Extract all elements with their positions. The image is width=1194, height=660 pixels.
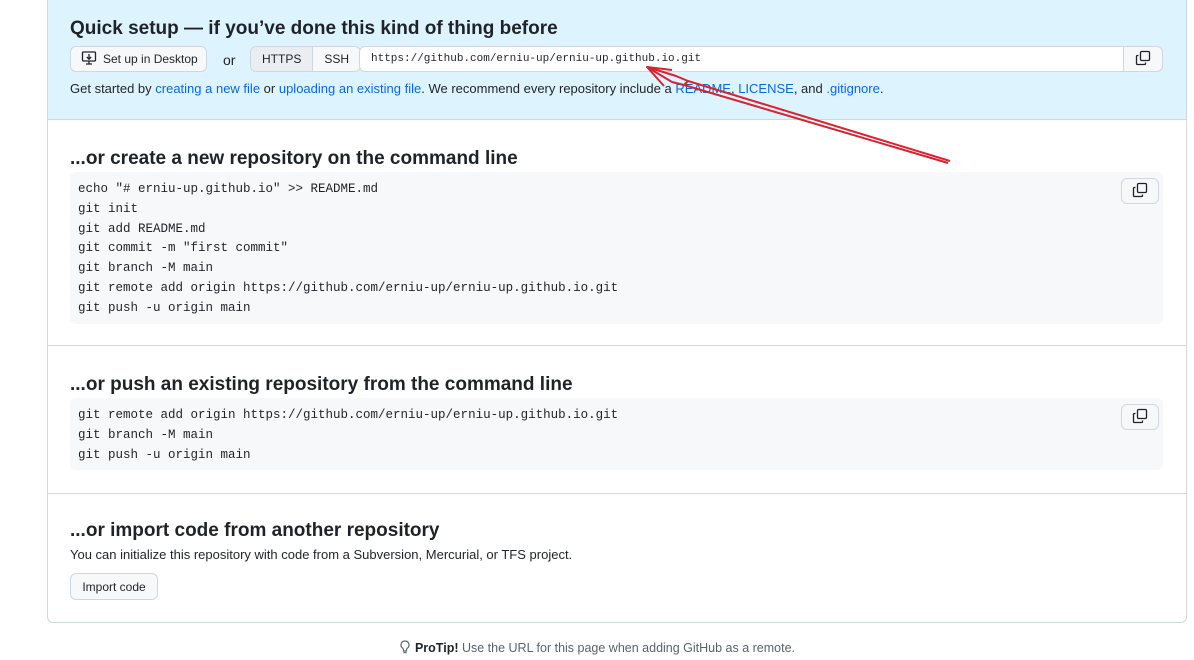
get-started-middle: . We recommend every repository include … [421,81,676,96]
get-started-prefix: Get started by [70,81,156,96]
code-line: echo "# erniu-up.github.io" >> README.md [78,182,379,196]
push-existing-code-block: git remote add origin https://github.com… [70,398,1163,470]
clone-url-input[interactable] [359,46,1124,72]
code-line: git remote add origin https://github.com… [78,408,619,422]
code-line: git push -u origin main [78,300,251,315]
copy-icon [1135,50,1151,69]
import-description: You can initialize this repository with … [70,547,573,562]
readme-link[interactable]: README [675,81,731,96]
protip: ProTip! Use the URL for this page when a… [0,640,1194,657]
code-line: git push -u origin main [78,447,251,462]
copy-url-button[interactable] [1123,46,1163,72]
copy-icon [1132,182,1148,201]
get-started-text: Get started by creating a new file or up… [70,81,883,96]
quick-setup-panel: Quick setup — if you’ve done this kind o… [48,0,1186,120]
new-repo-title: ...or create a new repository on the com… [70,148,518,169]
code-line: git init [78,201,139,216]
import-section: ...or import code from another repositor… [48,494,1186,622]
import-code-button[interactable]: Import code [70,573,158,600]
light-bulb-icon [399,640,411,657]
ssh-tab[interactable]: SSH [313,46,362,72]
get-started-or: or [260,81,279,96]
copy-push-existing-button[interactable] [1121,404,1159,430]
or-label: or [223,52,236,68]
protocol-toggle: HTTPS SSH [250,46,362,72]
desktop-download-icon [81,50,97,69]
setup-desktop-button[interactable]: Set up in Desktop [70,46,207,72]
license-link[interactable]: LICENSE [738,81,794,96]
copy-new-repo-button[interactable] [1121,178,1159,204]
get-started-suffix: . [879,81,884,96]
push-existing-title: ...or push an existing repository from t… [70,374,573,395]
get-started-and: , and [793,81,827,96]
create-new-file-link[interactable]: creating a new file [155,81,260,96]
protip-label: ProTip! [414,640,459,655]
quick-setup-title: Quick setup — if you’ve done this kind o… [70,18,558,39]
new-repo-section: ...or create a new repository on the com… [48,120,1186,346]
code-line: git remote add origin https://github.com… [78,280,619,295]
gitignore-link[interactable]: .gitignore [826,81,879,96]
code-line: git add README.md [78,221,206,236]
setup-desktop-label: Set up in Desktop [103,52,198,66]
new-repo-code-block: echo "# erniu-up.github.io" >> README.md… [70,172,1163,324]
https-tab[interactable]: HTTPS [250,46,314,72]
push-existing-section: ...or push an existing repository from t… [48,346,1186,494]
protip-text: Use the URL for this page when adding Gi… [458,640,796,655]
copy-icon [1132,408,1148,427]
code-line: git commit -m "first commit" [78,241,289,256]
upload-file-link[interactable]: uploading an existing file [279,81,421,96]
repo-setup-box: Quick setup — if you’ve done this kind o… [47,0,1187,623]
code-line: git branch -M main [78,261,214,276]
import-title: ...or import code from another repositor… [70,520,440,541]
code-line: git branch -M main [78,427,214,442]
